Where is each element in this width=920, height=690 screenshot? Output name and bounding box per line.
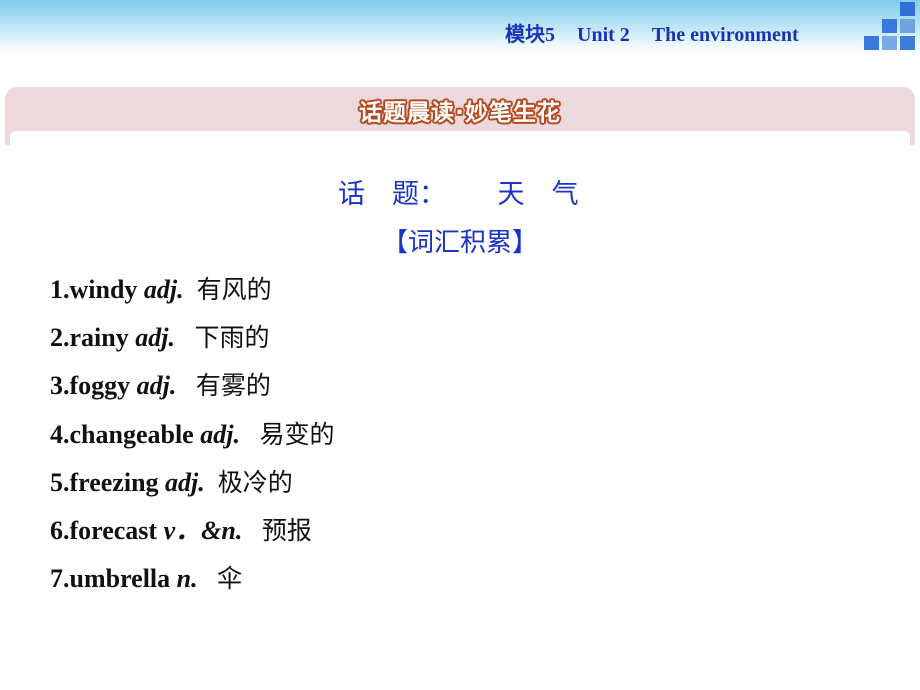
part-of-speech: n. bbox=[176, 564, 198, 594]
square-decor bbox=[882, 19, 897, 33]
vocabulary-list: 1.windy adj. 有风的 2.rainy adj. 下雨的 3.fogg… bbox=[50, 272, 334, 609]
banner-inner-panel bbox=[10, 131, 910, 151]
square-decor bbox=[900, 2, 915, 16]
vocab-meaning: 有雾的 bbox=[195, 371, 271, 401]
item-number: 6. bbox=[50, 515, 70, 545]
item-number: 7. bbox=[50, 564, 70, 594]
vocab-item: 4.changeable adj. 易变的 bbox=[50, 417, 334, 465]
vocab-meaning: 下雨的 bbox=[194, 323, 270, 353]
vocab-word: forecast bbox=[69, 515, 158, 545]
vocab-meaning: 伞 bbox=[217, 564, 243, 594]
part-of-speech: adj. bbox=[143, 275, 184, 304]
vocab-item: 3.foggy adj. 有雾的 bbox=[50, 368, 334, 416]
topic-label: 话 题： bbox=[338, 179, 446, 210]
square-decor bbox=[900, 36, 915, 50]
topic-value: 天 气 bbox=[497, 179, 579, 210]
topic-line: 话 题： 天 气 bbox=[338, 172, 579, 211]
vocab-meaning: 极冷的 bbox=[217, 467, 293, 497]
vocab-item: 2.rainy adj. 下雨的 bbox=[50, 320, 334, 368]
section-title: 【词汇积累】 bbox=[381, 228, 538, 258]
part-of-speech: adj. bbox=[136, 371, 177, 401]
module-label: 模块5 bbox=[505, 24, 555, 46]
part-of-speech: adj. bbox=[165, 467, 205, 497]
item-number: 3. bbox=[50, 371, 70, 401]
vocab-word: freezing bbox=[69, 467, 159, 497]
part-of-speech: adj. bbox=[200, 419, 240, 449]
vocab-meaning: 预报 bbox=[261, 515, 312, 545]
part-of-speech: adj. bbox=[135, 323, 175, 353]
unit-label: Unit 2 bbox=[577, 24, 630, 46]
vocab-word: rainy bbox=[69, 323, 129, 353]
item-number: 2. bbox=[50, 323, 70, 353]
square-decor bbox=[864, 36, 879, 50]
item-number: 5. bbox=[50, 467, 70, 497]
vocab-item: 5.freezing adj. 极冷的 bbox=[50, 465, 334, 513]
vocab-word: foggy bbox=[69, 371, 131, 401]
item-number: 4. bbox=[50, 419, 70, 449]
vocab-meaning: 有风的 bbox=[196, 275, 272, 304]
item-number: 1. bbox=[50, 275, 70, 304]
decorative-squares-icon bbox=[860, 0, 920, 55]
part-of-speech: v．&n. bbox=[163, 515, 243, 545]
vocab-item: 6.forecast v．&n. 预报 bbox=[50, 513, 334, 561]
square-decor bbox=[900, 19, 915, 33]
header-title: 模块5 Unit 2 The environment bbox=[505, 18, 799, 47]
vocab-word: changeable bbox=[69, 419, 194, 449]
square-decor bbox=[882, 36, 897, 50]
vocab-item: 7.umbrella n. 伞 bbox=[50, 561, 334, 609]
vocab-word: windy bbox=[69, 275, 138, 304]
vocab-word: umbrella bbox=[69, 564, 171, 594]
vocab-meaning: 易变的 bbox=[259, 419, 335, 449]
banner-title: 话题晨读·妙笔生花 bbox=[359, 100, 561, 126]
vocab-item: 1.windy adj. 有风的 bbox=[50, 272, 334, 320]
unit-title: The environment bbox=[651, 24, 799, 46]
